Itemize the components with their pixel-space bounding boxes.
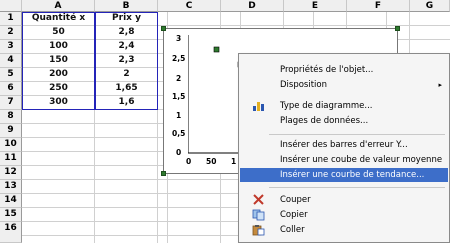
y-tick-1: 1 [176, 111, 182, 120]
menu-item-label: Insérer une courbe de tendance... [280, 170, 425, 180]
y-tick-2-5: 2,5 [172, 54, 186, 63]
submenu-arrow-icon: ▸ [438, 81, 442, 89]
menu-item-object-properties[interactable]: Propriétés de l'objet... [240, 63, 448, 77]
selection-handle-top-right[interactable] [395, 26, 400, 31]
row-header-12[interactable]: 12 [0, 166, 22, 180]
row-header-6[interactable]: 6 [0, 82, 22, 96]
x-tick-0: 0 [186, 157, 192, 166]
y-tick-0: 0 [176, 148, 182, 157]
menu-item-label: Coller [280, 225, 305, 235]
column-header-g[interactable]: G [410, 0, 450, 12]
menu-separator [269, 187, 445, 188]
menu-item-insert-mean-value[interactable]: Insérer une coube de valeur moyenne [240, 153, 448, 167]
menu-item-cut[interactable]: Couper [240, 193, 448, 207]
row-header-8[interactable]: 8 [0, 110, 22, 124]
column-header-c[interactable]: C [158, 0, 221, 12]
row-header-15[interactable]: 15 [0, 208, 22, 222]
menu-item-paste[interactable]: Coller [240, 223, 448, 237]
context-menu: Propriétés de l'objet... Disposition ▸ T… [238, 53, 450, 243]
cut-icon [253, 194, 264, 205]
copy-icon [252, 209, 265, 221]
row-header-3[interactable]: 3 [0, 40, 22, 54]
row-header-16[interactable]: 16 [0, 222, 22, 243]
menu-item-data-ranges[interactable]: Plages de données... [240, 114, 448, 128]
row-header-1[interactable]: 1 [0, 12, 22, 26]
menu-item-chart-type[interactable]: Type de diagramme... [240, 99, 448, 113]
corner-cell[interactable] [0, 0, 22, 12]
row-header-11[interactable]: 11 [0, 152, 22, 166]
column-header-a[interactable]: A [22, 0, 95, 12]
row-header-10[interactable]: 10 [0, 138, 22, 152]
row-header-13[interactable]: 13 [0, 180, 22, 194]
menu-item-label: Type de diagramme... [280, 101, 373, 111]
range-highlight-x [22, 12, 95, 110]
row-header-7[interactable]: 7 [0, 96, 22, 110]
range-highlight-y [95, 12, 158, 110]
menu-separator [269, 134, 445, 135]
row-header-9[interactable]: 9 [0, 124, 22, 138]
menu-item-label: Disposition [280, 80, 328, 90]
y-tick-1-5: 1,5 [172, 92, 186, 101]
menu-item-copy[interactable]: Copier [240, 208, 448, 222]
paste-icon [252, 225, 265, 236]
menu-item-label: Couper [280, 195, 311, 205]
row-header-4[interactable]: 4 [0, 54, 22, 68]
menu-item-label: Insérer une coube de valeur moyenne [280, 155, 443, 165]
menu-item-label: Propriétés de l'objet... [280, 65, 374, 75]
menu-item-disposition[interactable]: Disposition ▸ [240, 78, 448, 92]
menu-item-insert-error-bars[interactable]: Insérer des barres d'erreur Y... [240, 138, 448, 152]
chart-type-icon [253, 102, 264, 111]
menu-item-label: Plages de données... [280, 116, 369, 126]
menu-item-label: Copier [280, 210, 308, 220]
y-tick-2: 2 [176, 74, 182, 83]
data-point-1 [213, 46, 220, 53]
column-header-e[interactable]: E [284, 0, 347, 12]
selection-handle-bottom-left[interactable] [161, 171, 166, 176]
column-header-b[interactable]: B [95, 0, 158, 12]
x-tick-1: 1 [231, 157, 237, 166]
menu-item-label: Insérer des barres d'erreur Y... [280, 140, 408, 150]
row-header-14[interactable]: 14 [0, 194, 22, 208]
selection-handle-top-left[interactable] [161, 26, 166, 31]
row-header-5[interactable]: 5 [0, 68, 22, 82]
y-tick-0-5: 0,5 [172, 129, 186, 138]
x-tick-50: 50 [206, 157, 217, 166]
menu-item-insert-trendline[interactable]: Insérer une courbe de tendance... [240, 168, 448, 182]
row-header-2[interactable]: 2 [0, 26, 22, 40]
y-tick-3: 3 [176, 34, 182, 43]
column-header-d[interactable]: D [221, 0, 284, 12]
column-header-f[interactable]: F [347, 0, 410, 12]
